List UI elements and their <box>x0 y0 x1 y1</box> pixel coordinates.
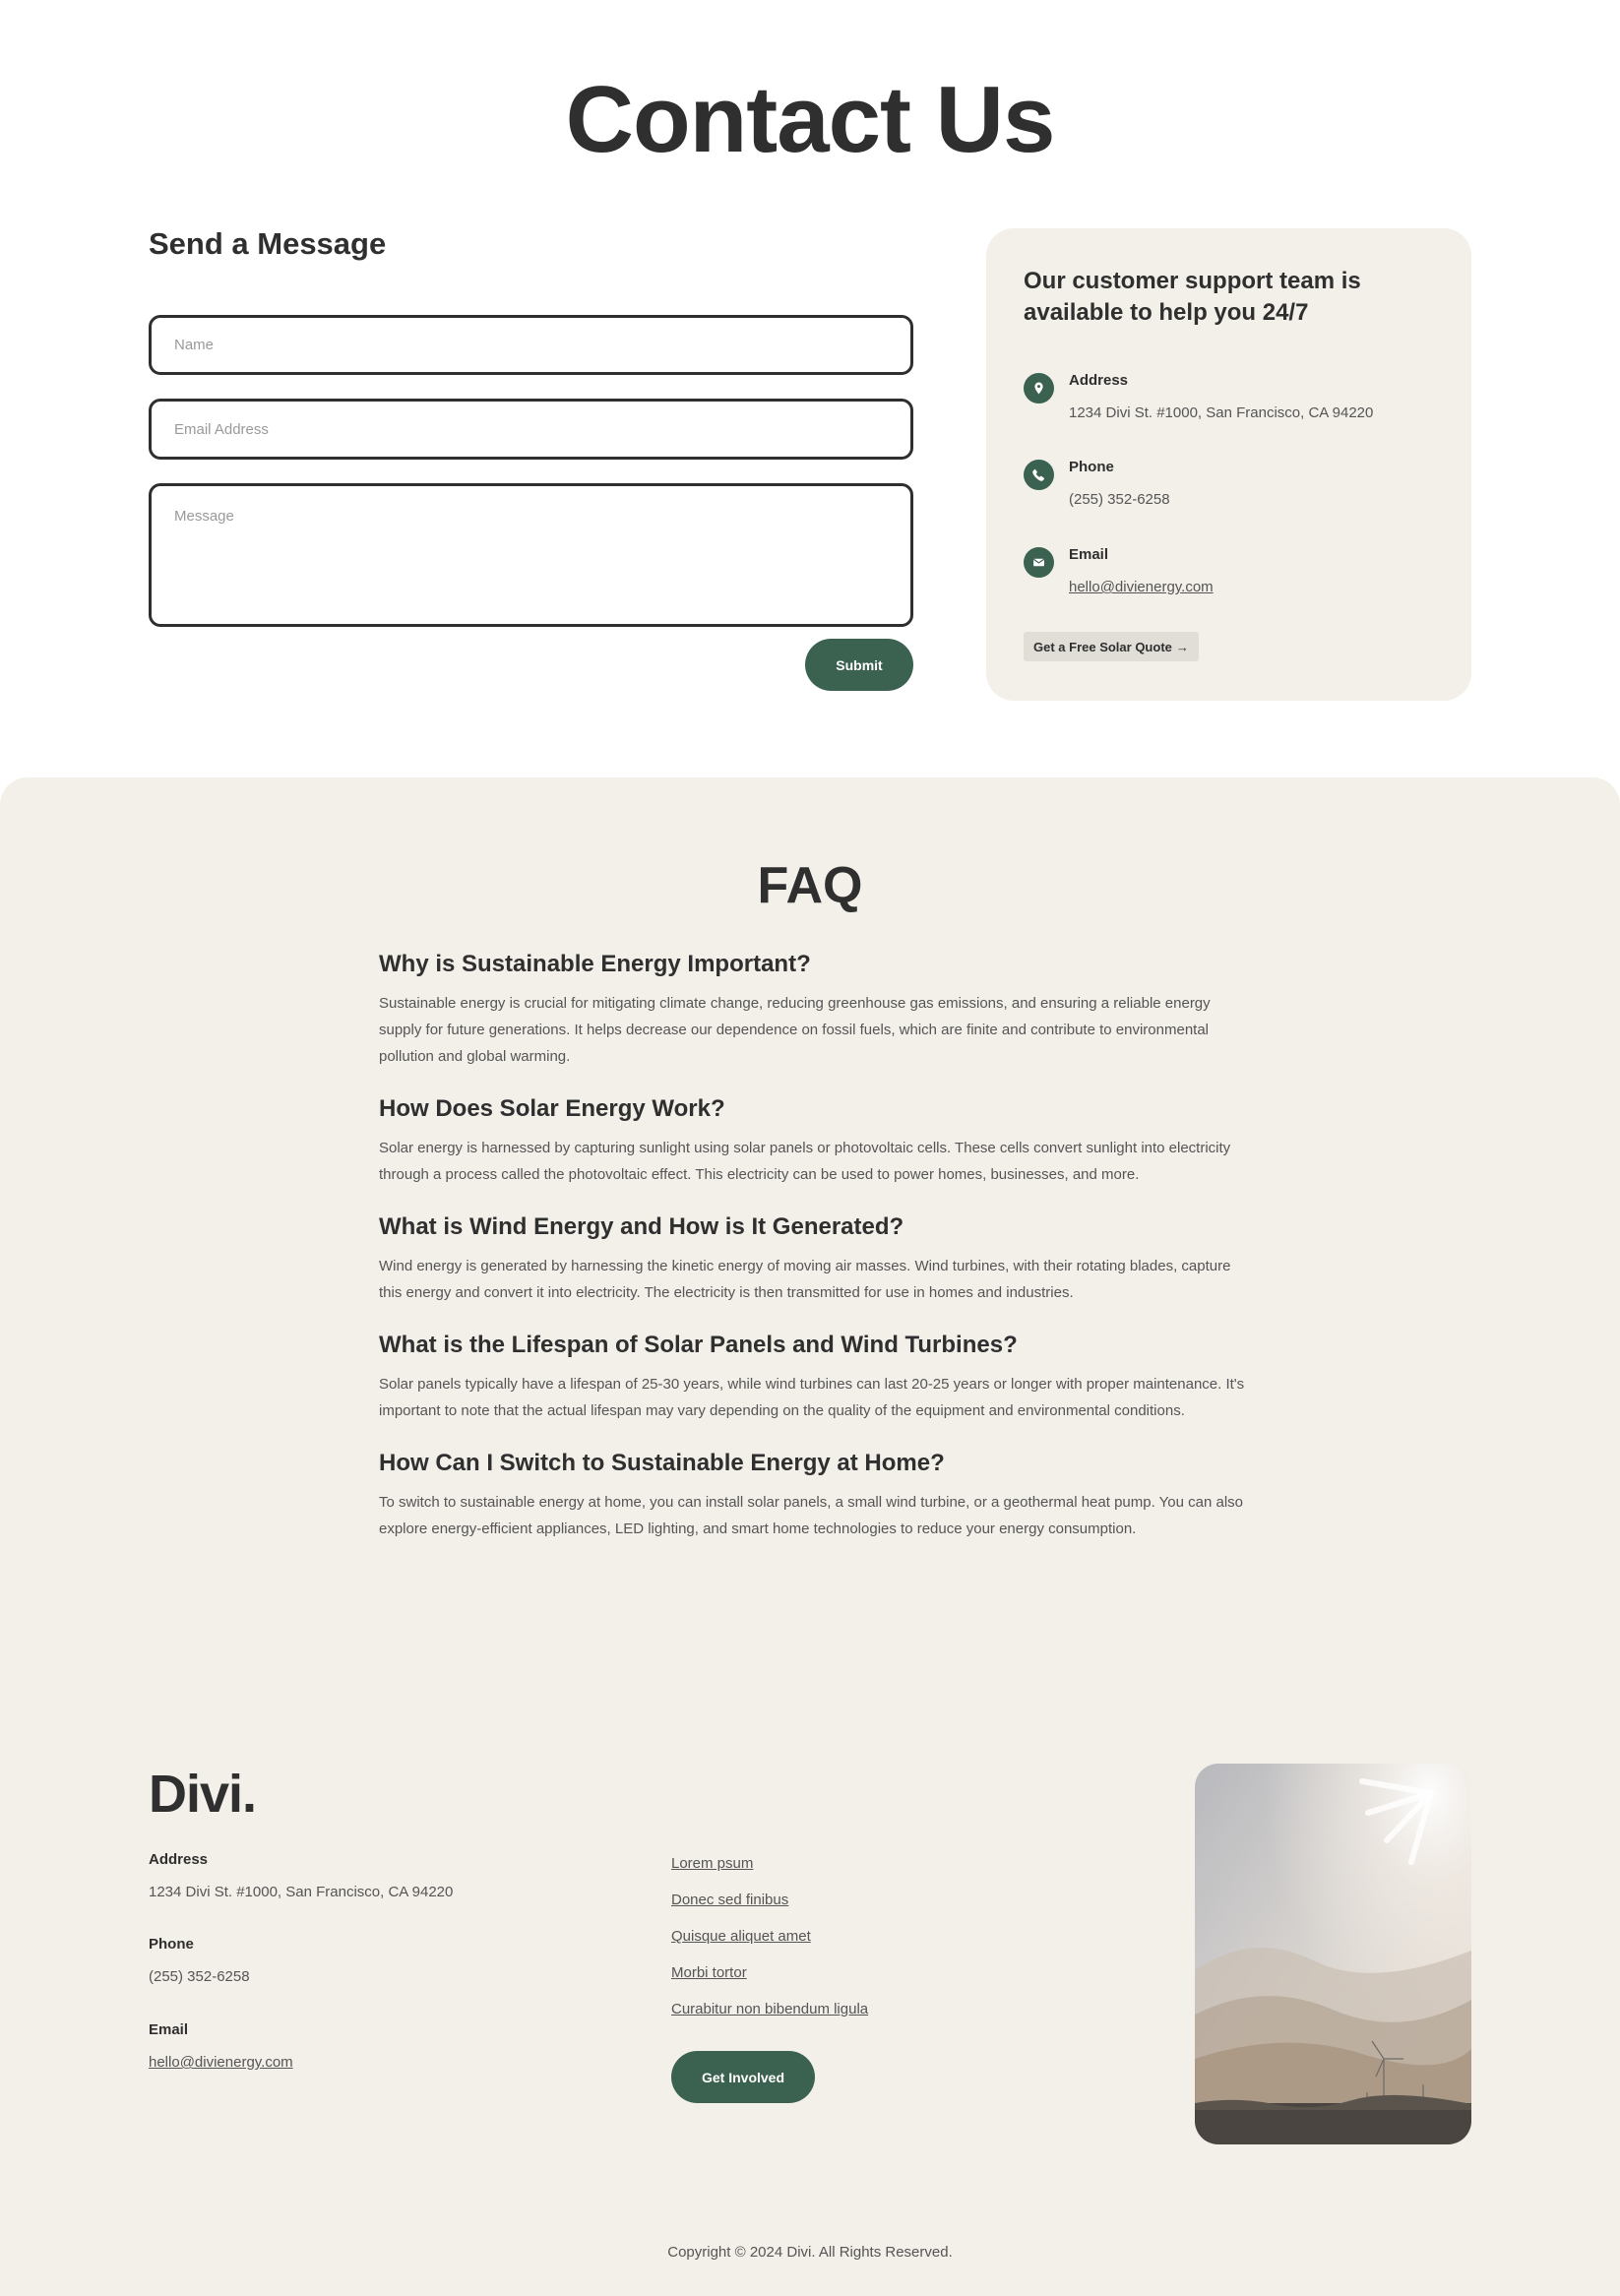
footer-address-value: 1234 Divi St. #1000, San Francisco, CA 9… <box>149 1884 454 1900</box>
email-field[interactable] <box>149 399 913 460</box>
faq-list: Why is Sustainable Energy Important? Sus… <box>379 949 1245 1566</box>
copyright-text: Copyright © 2024 Divi. All Rights Reserv… <box>667 2244 953 2261</box>
name-field[interactable] <box>149 315 913 375</box>
faq-item: Why is Sustainable Energy Important? Sus… <box>379 949 1245 1070</box>
location-pin-icon <box>1024 373 1054 403</box>
footer-email-label: Email <box>149 2021 189 2038</box>
footer-address-label: Address <box>149 1851 209 1868</box>
support-heading: Our customer support team is available t… <box>1024 268 1361 326</box>
faq-footer-section: FAQ Why is Sustainable Energy Important?… <box>0 777 1620 2296</box>
message-field[interactable] <box>149 483 913 627</box>
faq-item: How Does Solar Energy Work? Solar energy… <box>379 1093 1245 1188</box>
envelope-icon <box>1024 547 1054 578</box>
faq-item: What is the Lifespan of Solar Panels and… <box>379 1330 1245 1424</box>
phone-value: (255) 352-6258 <box>1069 491 1170 508</box>
faq-title: FAQ <box>757 857 863 914</box>
faq-answer: Solar panels typically have a lifespan o… <box>379 1376 1245 1419</box>
footer-links: Lorem psum Donec sed finibus Quisque ali… <box>671 1854 868 2036</box>
submit-button[interactable]: Submit <box>805 639 913 691</box>
faq-question: Why is Sustainable Energy Important? <box>379 951 811 977</box>
phone-icon <box>1024 460 1054 490</box>
address-value: 1234 Divi St. #1000, San Francisco, CA 9… <box>1069 404 1374 421</box>
footer-link[interactable]: Morbi tortor <box>671 1963 868 2000</box>
faq-question: How Does Solar Energy Work? <box>379 1095 725 1122</box>
phone-label: Phone <box>1069 459 1114 475</box>
faq-question: What is Wind Energy and How is It Genera… <box>379 1213 904 1240</box>
footer-link[interactable]: Lorem psum <box>671 1854 868 1891</box>
faq-answer: Sustainable energy is crucial for mitiga… <box>379 995 1211 1065</box>
faq-item: What is Wind Energy and How is It Genera… <box>379 1211 1245 1306</box>
email-label: Email <box>1069 546 1109 563</box>
footer-email-link[interactable]: hello@divienergy.com <box>149 2054 293 2071</box>
address-label: Address <box>1069 372 1129 389</box>
footer-phone-value: (255) 352-6258 <box>149 1968 250 1985</box>
get-involved-button[interactable]: Get Involved <box>671 2051 815 2103</box>
solar-quote-button[interactable]: Get a Free Solar Quote → <box>1024 632 1199 661</box>
arrow-right-icon: → <box>1175 639 1189 654</box>
faq-question: How Can I Switch to Sustainable Energy a… <box>379 1450 945 1476</box>
footer-link[interactable]: Curabitur non bibendum ligula <box>671 2000 868 2036</box>
footer-link[interactable]: Donec sed finibus <box>671 1891 868 1927</box>
faq-question: What is the Lifespan of Solar Panels and… <box>379 1332 1018 1358</box>
support-card: Our customer support team is available t… <box>986 228 1471 701</box>
faq-answer: Wind energy is generated by harnessing t… <box>379 1258 1231 1301</box>
email-value-wrap: hello@divienergy.com <box>1069 579 1214 595</box>
faq-answer: To switch to sustainable energy at home,… <box>379 1494 1244 1537</box>
footer-phone-label: Phone <box>149 1936 194 1953</box>
page-title: Contact Us <box>565 67 1056 172</box>
email-link[interactable]: hello@divienergy.com <box>1069 579 1214 595</box>
form-heading: Send a Message <box>149 226 387 261</box>
footer-logo[interactable]: Divi. <box>149 1764 257 1825</box>
faq-answer: Solar energy is harnessed by capturing s… <box>379 1140 1231 1183</box>
footer-link[interactable]: Quisque aliquet amet <box>671 1927 868 1963</box>
faq-item: How Can I Switch to Sustainable Energy a… <box>379 1448 1245 1542</box>
solar-quote-label: Get a Free Solar Quote <box>1033 639 1172 654</box>
wind-turbine-landscape-image <box>1195 1764 1471 2144</box>
